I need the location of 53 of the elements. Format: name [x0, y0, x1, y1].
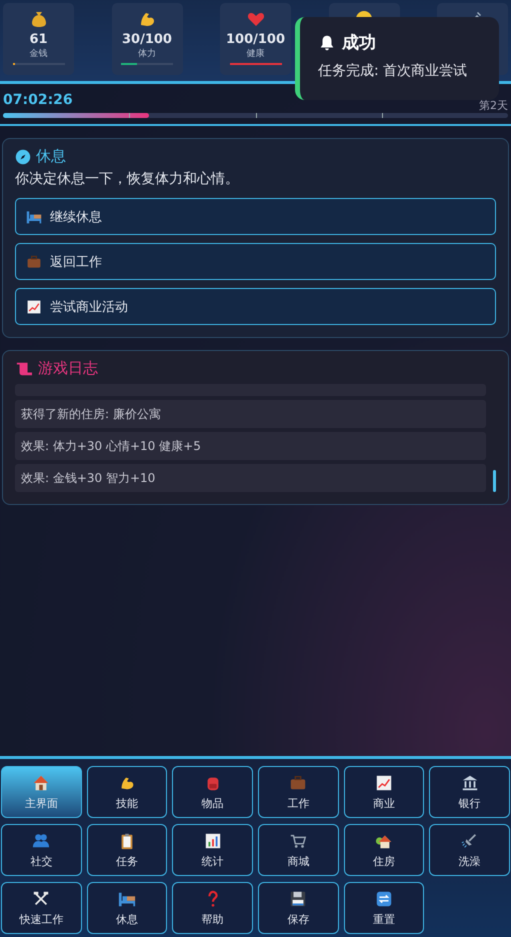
- scroll-icon: [15, 360, 33, 376]
- nav-button[interactable]: 商业: [344, 766, 424, 818]
- bell-icon: [318, 34, 336, 52]
- compass-icon: [15, 148, 31, 164]
- option-button[interactable]: 返回工作: [15, 243, 496, 280]
- log-entry: 获得了新的住房: 廉价公寓: [15, 400, 486, 428]
- nav-button[interactable]: 工作: [258, 766, 339, 818]
- floppy-icon: [289, 890, 308, 908]
- briefcase-icon: [289, 774, 308, 792]
- nav-button[interactable]: 商城: [258, 824, 339, 876]
- stat-value: 30/100: [122, 32, 172, 47]
- stat-value: 61: [29, 32, 48, 47]
- nav-button[interactable]: 统计: [172, 824, 253, 876]
- nav-button[interactable]: 休息: [86, 882, 168, 934]
- refresh-icon: [374, 890, 393, 908]
- nav-button[interactable]: 洗澡: [429, 824, 510, 876]
- nav-button[interactable]: 住房: [344, 824, 424, 876]
- stat-label: 体力: [138, 48, 156, 60]
- bed-icon: [118, 890, 136, 908]
- nav-button[interactable]: 重置: [344, 882, 424, 934]
- nav-button[interactable]: 任务: [86, 824, 168, 876]
- stat-value: 100/100: [226, 32, 286, 47]
- nav-button[interactable]: 银行: [429, 766, 510, 818]
- nav-button[interactable]: 帮助: [172, 882, 253, 934]
- briefcase-icon: [26, 254, 42, 270]
- nav-button[interactable]: 物品: [172, 766, 253, 818]
- game-time: 07:02:26: [3, 92, 73, 108]
- toast-message: 任务完成: 首次商业尝试: [318, 62, 468, 80]
- barchart-icon: [204, 832, 222, 850]
- bed-icon: [26, 208, 42, 224]
- nav-button[interactable]: 主界面: [1, 766, 82, 818]
- nav-button[interactable]: 保存: [258, 882, 339, 934]
- option-button[interactable]: 继续休息: [15, 198, 496, 235]
- home-icon: [32, 774, 50, 792]
- tools-icon: [32, 890, 50, 908]
- toast-title: 成功: [342, 32, 376, 54]
- day-counter: 第2天: [479, 98, 508, 113]
- stat-label: 金钱: [30, 48, 48, 60]
- event-title: 休息: [36, 147, 66, 166]
- event-text: 你决定休息一下，恢复体力和心情。: [15, 170, 240, 188]
- log-title: 游戏日志: [38, 359, 98, 378]
- chart-icon: [26, 298, 42, 314]
- log-entry: 效果: 金钱+30 智力+10: [15, 464, 486, 492]
- bank-icon: [460, 774, 479, 792]
- nav-button[interactable]: 快速工作: [1, 882, 82, 934]
- stat-label: 健康: [246, 48, 264, 60]
- option-button[interactable]: 尝试商业活动: [15, 288, 496, 325]
- log-entry: 效果: 体力+30 心情+10 健康+5: [15, 432, 486, 460]
- scrollbar: [493, 470, 496, 492]
- nav-button[interactable]: 社交: [1, 824, 82, 876]
- people-icon: [32, 832, 50, 850]
- nav-button[interactable]: 技能: [86, 766, 168, 818]
- chart-icon: [374, 774, 393, 792]
